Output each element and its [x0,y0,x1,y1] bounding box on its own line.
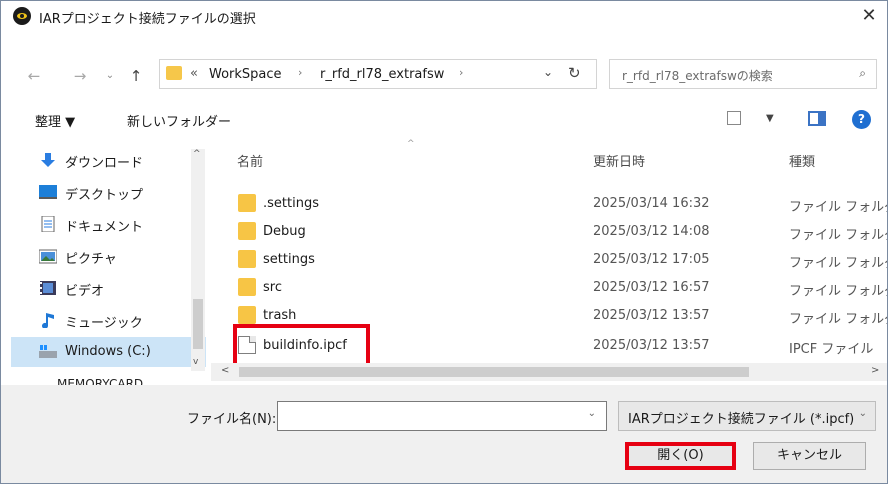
up-arrow-icon[interactable]: ↑ [125,65,147,87]
filetype-value: IARプロジェクト接続ファイル (*.ipcf) [628,412,855,427]
open-button[interactable]: 開く(O) [625,442,736,470]
back-arrow-icon[interactable]: ← [23,65,45,87]
file-name: .settings [263,196,319,211]
sidebar-item-label: デスクトップ [65,188,144,203]
sidebar-item-label: ミュージック [65,316,143,331]
folder-icon [238,250,256,268]
search-input[interactable]: r_rfd_rl78_extrafswの検索 ⌕ [609,59,877,89]
toolbar: 整理 ▼ 新しいフォルダー [1,105,887,135]
column-header-type[interactable]: 種類 [789,151,815,170]
window-title: IARプロジェクト接続ファイルの選択 [39,12,256,27]
close-icon[interactable]: ✕ [859,6,879,26]
sidebar-item-label: ドキュメント [65,220,144,235]
file-date: 2025/03/12 16:57 [593,280,710,295]
file-name: Debug [263,224,306,239]
scroll-right-icon[interactable]: > [871,365,879,376]
recent-dropdown-icon[interactable]: ⌄ [99,65,121,87]
file-date: 2025/03/14 16:32 [593,196,710,211]
file-type: ファイル フォルダー [789,200,887,215]
file-type: ファイル フォルダー [789,228,887,243]
bottom-panel: ファイル名(N): ⌄ IARプロジェクト接続ファイル (*.ipcf) ⌄ 開… [1,385,887,483]
file-name: settings [263,252,315,267]
breadcrumb-workspace[interactable]: WorkSpace [209,67,282,82]
file-name: src [263,280,282,295]
file-row[interactable]: Debug 2025/03/12 14:08 ファイル フォルダー [211,217,887,247]
sidebar-item-documents[interactable]: ドキュメント [11,209,206,239]
file-open-dialog: IARプロジェクト接続ファイルの選択 ✕ ← → ⌄ ↑ « WorkSpace… [0,0,888,484]
sidebar-item-windows-c[interactable]: Windows (C:) [11,337,206,367]
column-header-name[interactable]: 名前 [237,151,263,170]
chevron-down-icon[interactable]: ⌄ [588,408,596,419]
iar-app-icon [13,7,31,25]
sidebar-item-desktop[interactable]: デスクトップ [11,177,206,207]
file-type: ファイル フォルダー [789,284,887,299]
scroll-thumb[interactable] [193,299,203,349]
sidebar-item-label: ビデオ [65,284,105,299]
highlight-box-file [233,324,370,367]
drive-icon [39,345,57,358]
filetype-select[interactable]: IARプロジェクト接続ファイル (*.ipcf) ⌄ [618,401,876,431]
file-row[interactable]: settings 2025/03/12 17:05 ファイル フォルダー [211,245,887,275]
sidebar-item-label: ピクチャ [65,252,117,267]
scroll-left-icon[interactable]: < [221,365,229,376]
sidebar-item-videos[interactable]: ビデオ [11,273,206,303]
refresh-icon[interactable]: ↻ [568,64,581,82]
file-row[interactable]: src 2025/03/12 16:57 ファイル フォルダー [211,273,887,303]
folder-icon [238,194,256,212]
scroll-up-icon[interactable]: ^ [193,149,201,159]
sidebar-scrollbar[interactable]: ^ v [191,149,205,371]
sidebar-item-memorycard[interactable]: MEMORYCARD [57,377,143,385]
file-name: trash [263,308,297,323]
sidebar-item-label: Windows (C:) [65,344,151,359]
picture-icon [39,249,57,264]
breadcrumb-project[interactable]: r_rfd_rl78_extrafsw [320,67,444,82]
sidebar-item-label: ダウンロード [65,156,144,171]
preview-pane-icon[interactable] [808,111,826,126]
search-icon: ⌕ [859,66,866,80]
document-icon [41,216,55,232]
file-date: 2025/03/12 13:57 [593,308,710,323]
new-folder-button[interactable]: 新しいフォルダー [127,111,231,130]
folder-icon [238,278,256,296]
navigation-pane: ダウンロード デスクトップ ドキュメント ピクチャ ビデオ ミュージック Win… [11,143,206,373]
forward-arrow-icon[interactable]: → [69,65,91,87]
file-type: ファイル フォルダー [789,312,887,327]
column-header-date[interactable]: 更新日時 [593,151,645,170]
sidebar-item-pictures[interactable]: ピクチャ [11,241,206,271]
chevron-down-icon[interactable]: ⌄ [859,408,867,419]
chevron-down-icon[interactable]: ⌄ [543,65,553,79]
view-dropdown-icon[interactable]: ▼ [766,113,774,124]
folder-icon [238,306,256,324]
folder-icon [166,66,182,80]
music-icon [42,313,54,328]
sidebar-item-music[interactable]: ミュージック [11,305,206,335]
file-date: 2025/03/12 17:05 [593,252,710,267]
chevron-right-icon[interactable]: › [298,66,302,79]
file-type: ファイル フォルダー [789,256,887,271]
breadcrumb-overflow-icon[interactable]: « [190,66,198,81]
video-icon [40,281,56,295]
cancel-button[interactable]: キャンセル [753,442,866,470]
download-icon [41,153,55,167]
scroll-thumb[interactable] [239,367,749,377]
address-bar[interactable]: « WorkSpace › r_rfd_rl78_extrafsw › ⌄ ↻ [159,59,597,89]
view-options-icon[interactable] [727,111,741,125]
sort-ascending-icon: ^ [407,139,415,149]
desktop-icon [39,185,57,199]
filename-input[interactable]: ⌄ [277,401,607,431]
filename-label: ファイル名(N): [187,412,277,427]
folder-icon [238,222,256,240]
help-icon[interactable]: ? [852,110,871,129]
title-bar: IARプロジェクト接続ファイルの選択 ✕ [1,1,887,31]
scroll-down-icon[interactable]: v [193,357,198,367]
file-list-scrollbar[interactable]: < > [211,363,887,381]
chevron-right-icon[interactable]: › [459,66,463,79]
file-type: IPCF ファイル [789,342,874,357]
sidebar-item-downloads[interactable]: ダウンロード [11,145,206,175]
file-date: 2025/03/12 13:57 [593,338,710,353]
organize-button[interactable]: 整理 ▼ [35,111,75,130]
file-row[interactable]: .settings 2025/03/14 16:32 ファイル フォルダー [211,189,887,219]
search-placeholder: r_rfd_rl78_extrafswの検索 [622,69,773,83]
file-date: 2025/03/12 14:08 [593,224,710,239]
